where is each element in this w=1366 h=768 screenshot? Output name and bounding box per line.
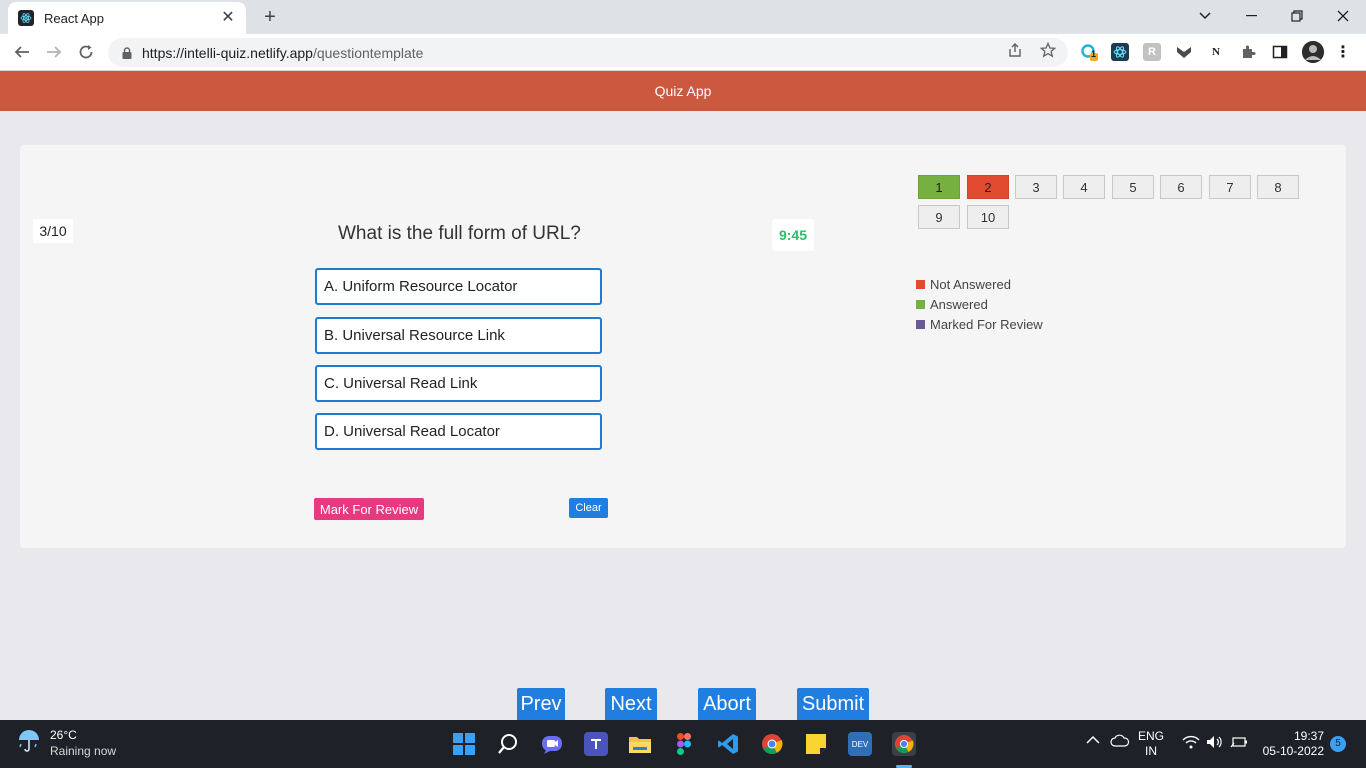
bookmark-star-icon[interactable] bbox=[1039, 41, 1057, 59]
prev-button[interactable]: Prev bbox=[517, 688, 565, 720]
submit-button[interactable]: Submit bbox=[797, 688, 869, 720]
forward-icon[interactable] bbox=[41, 40, 67, 64]
onedrive-cloud-icon[interactable] bbox=[1110, 734, 1130, 752]
clock-time: 19:37 bbox=[1293, 729, 1324, 743]
app-title: Quiz App bbox=[654, 83, 712, 99]
region-code: IN bbox=[1145, 744, 1157, 758]
weather-temperature: 26°C bbox=[50, 728, 77, 742]
palette-question-7[interactable]: 7 bbox=[1209, 175, 1251, 199]
chrome-icon[interactable] bbox=[760, 732, 784, 756]
url-host: https://intelli-quiz.netlify.app bbox=[142, 44, 313, 61]
weather-widget[interactable]: 26°C Raining now bbox=[16, 727, 116, 759]
option-b[interactable]: B. Universal Resource Link bbox=[315, 317, 602, 354]
extension-search-icon[interactable]: 1 bbox=[1080, 43, 1098, 61]
palette-question-6[interactable]: 6 bbox=[1160, 175, 1202, 199]
dev-icon[interactable]: DEV bbox=[848, 732, 872, 756]
extensions-puzzle-icon[interactable] bbox=[1239, 43, 1257, 61]
option-a[interactable]: A. Uniform Resource Locator bbox=[315, 268, 602, 305]
windows-start-icon[interactable] bbox=[452, 732, 476, 756]
url-text: https://intelli-quiz.netlify.app/questio… bbox=[142, 45, 423, 61]
palette-question-1[interactable]: 1 bbox=[918, 175, 960, 199]
palette-question-10[interactable]: 10 bbox=[967, 205, 1009, 229]
wifi-icon[interactable] bbox=[1182, 735, 1200, 753]
weather-condition: Raining now bbox=[50, 744, 117, 758]
marked-for-review-swatch bbox=[916, 319, 925, 329]
battery-icon[interactable] bbox=[1230, 735, 1248, 753]
status-legend: Not Answered Answered Marked For Review bbox=[916, 274, 1043, 334]
browser-tabstrip: React App ✕ + bbox=[0, 0, 1366, 34]
legend-label: Not Answered bbox=[930, 276, 1011, 292]
file-explorer-icon[interactable] bbox=[628, 732, 652, 756]
palette-question-5[interactable]: 5 bbox=[1112, 175, 1154, 199]
legend-marked-for-review: Marked For Review bbox=[916, 314, 1043, 334]
show-hidden-icons-chevron-icon[interactable] bbox=[1086, 734, 1100, 749]
palette-question-3[interactable]: 3 bbox=[1015, 175, 1057, 199]
teams-icon[interactable] bbox=[584, 732, 608, 756]
react-favicon-icon bbox=[18, 10, 34, 26]
sticky-notes-icon[interactable] bbox=[804, 732, 828, 756]
browser-toolbar: https://intelli-quiz.netlify.app/questio… bbox=[0, 34, 1366, 71]
react-devtools-icon[interactable] bbox=[1111, 43, 1129, 61]
quiz-card bbox=[20, 145, 1346, 548]
vscode-icon[interactable] bbox=[716, 732, 740, 756]
answered-swatch bbox=[916, 299, 925, 309]
browser-menu-icon[interactable]: ⋮ bbox=[1334, 43, 1352, 61]
figma-icon[interactable] bbox=[672, 732, 696, 756]
next-button[interactable]: Next bbox=[605, 688, 657, 720]
browser-tab[interactable]: React App ✕ bbox=[8, 2, 246, 34]
option-d[interactable]: D. Universal Read Locator bbox=[315, 413, 602, 450]
app-header: Quiz App bbox=[0, 71, 1366, 111]
share-icon[interactable] bbox=[1006, 41, 1024, 59]
address-bar[interactable]: https://intelli-quiz.netlify.app/questio… bbox=[108, 38, 1068, 67]
extension-shield-icon[interactable] bbox=[1175, 43, 1193, 61]
restore-icon[interactable] bbox=[1274, 0, 1320, 32]
minimize-icon[interactable] bbox=[1228, 0, 1274, 32]
extension-notion-icon[interactable]: N bbox=[1207, 43, 1225, 61]
search-icon[interactable] bbox=[496, 732, 520, 756]
extension-badge: 1 bbox=[1091, 49, 1097, 59]
side-panel-icon[interactable] bbox=[1271, 43, 1289, 61]
palette-question-2[interactable]: 2 bbox=[967, 175, 1009, 199]
language-indicator[interactable]: ENG IN bbox=[1138, 729, 1164, 759]
legend-answered: Answered bbox=[916, 294, 1043, 314]
profile-avatar[interactable] bbox=[1302, 41, 1324, 63]
chrome-active-icon[interactable] bbox=[892, 732, 916, 756]
palette-question-4[interactable]: 4 bbox=[1063, 175, 1105, 199]
extension-r-icon[interactable]: R bbox=[1143, 43, 1161, 61]
clock-date: 05-10-2022 bbox=[1262, 744, 1324, 758]
language-code: ENG bbox=[1138, 729, 1165, 743]
clear-button[interactable]: Clear bbox=[569, 498, 608, 518]
lock-icon[interactable] bbox=[120, 46, 134, 60]
palette-question-8[interactable]: 8 bbox=[1257, 175, 1299, 199]
tab-title: React App bbox=[44, 10, 104, 26]
taskbar: 26°C Raining now DEV ENG IN 19:37 05-10-… bbox=[0, 720, 1366, 768]
palette-question-9[interactable]: 9 bbox=[918, 205, 960, 229]
reload-icon[interactable] bbox=[73, 40, 99, 64]
mark-for-review-button[interactable]: Mark For Review bbox=[314, 498, 424, 520]
legend-not-answered: Not Answered bbox=[916, 274, 1043, 294]
question-progress: 3/10 bbox=[33, 219, 73, 243]
option-c[interactable]: C. Universal Read Link bbox=[315, 365, 602, 402]
tab-close-icon[interactable]: ✕ bbox=[220, 10, 236, 26]
notification-badge[interactable]: 5 bbox=[1330, 736, 1346, 752]
back-icon[interactable] bbox=[9, 40, 35, 64]
rain-umbrella-icon bbox=[16, 728, 42, 759]
timer: 9:45 bbox=[772, 219, 814, 251]
legend-label: Answered bbox=[930, 296, 988, 312]
abort-button[interactable]: Abort bbox=[698, 688, 756, 720]
chat-icon[interactable] bbox=[540, 732, 564, 756]
question-text: What is the full form of URL? bbox=[338, 223, 581, 244]
volume-icon[interactable] bbox=[1206, 735, 1224, 753]
not-answered-swatch bbox=[916, 279, 925, 289]
url-path: /questiontemplate bbox=[312, 44, 424, 61]
close-window-icon[interactable] bbox=[1320, 0, 1366, 32]
clock[interactable]: 19:37 05-10-2022 bbox=[1262, 729, 1324, 759]
new-tab-icon[interactable]: + bbox=[258, 6, 282, 28]
tab-search-chevron-icon[interactable] bbox=[1182, 0, 1228, 32]
legend-label: Marked For Review bbox=[930, 316, 1043, 332]
